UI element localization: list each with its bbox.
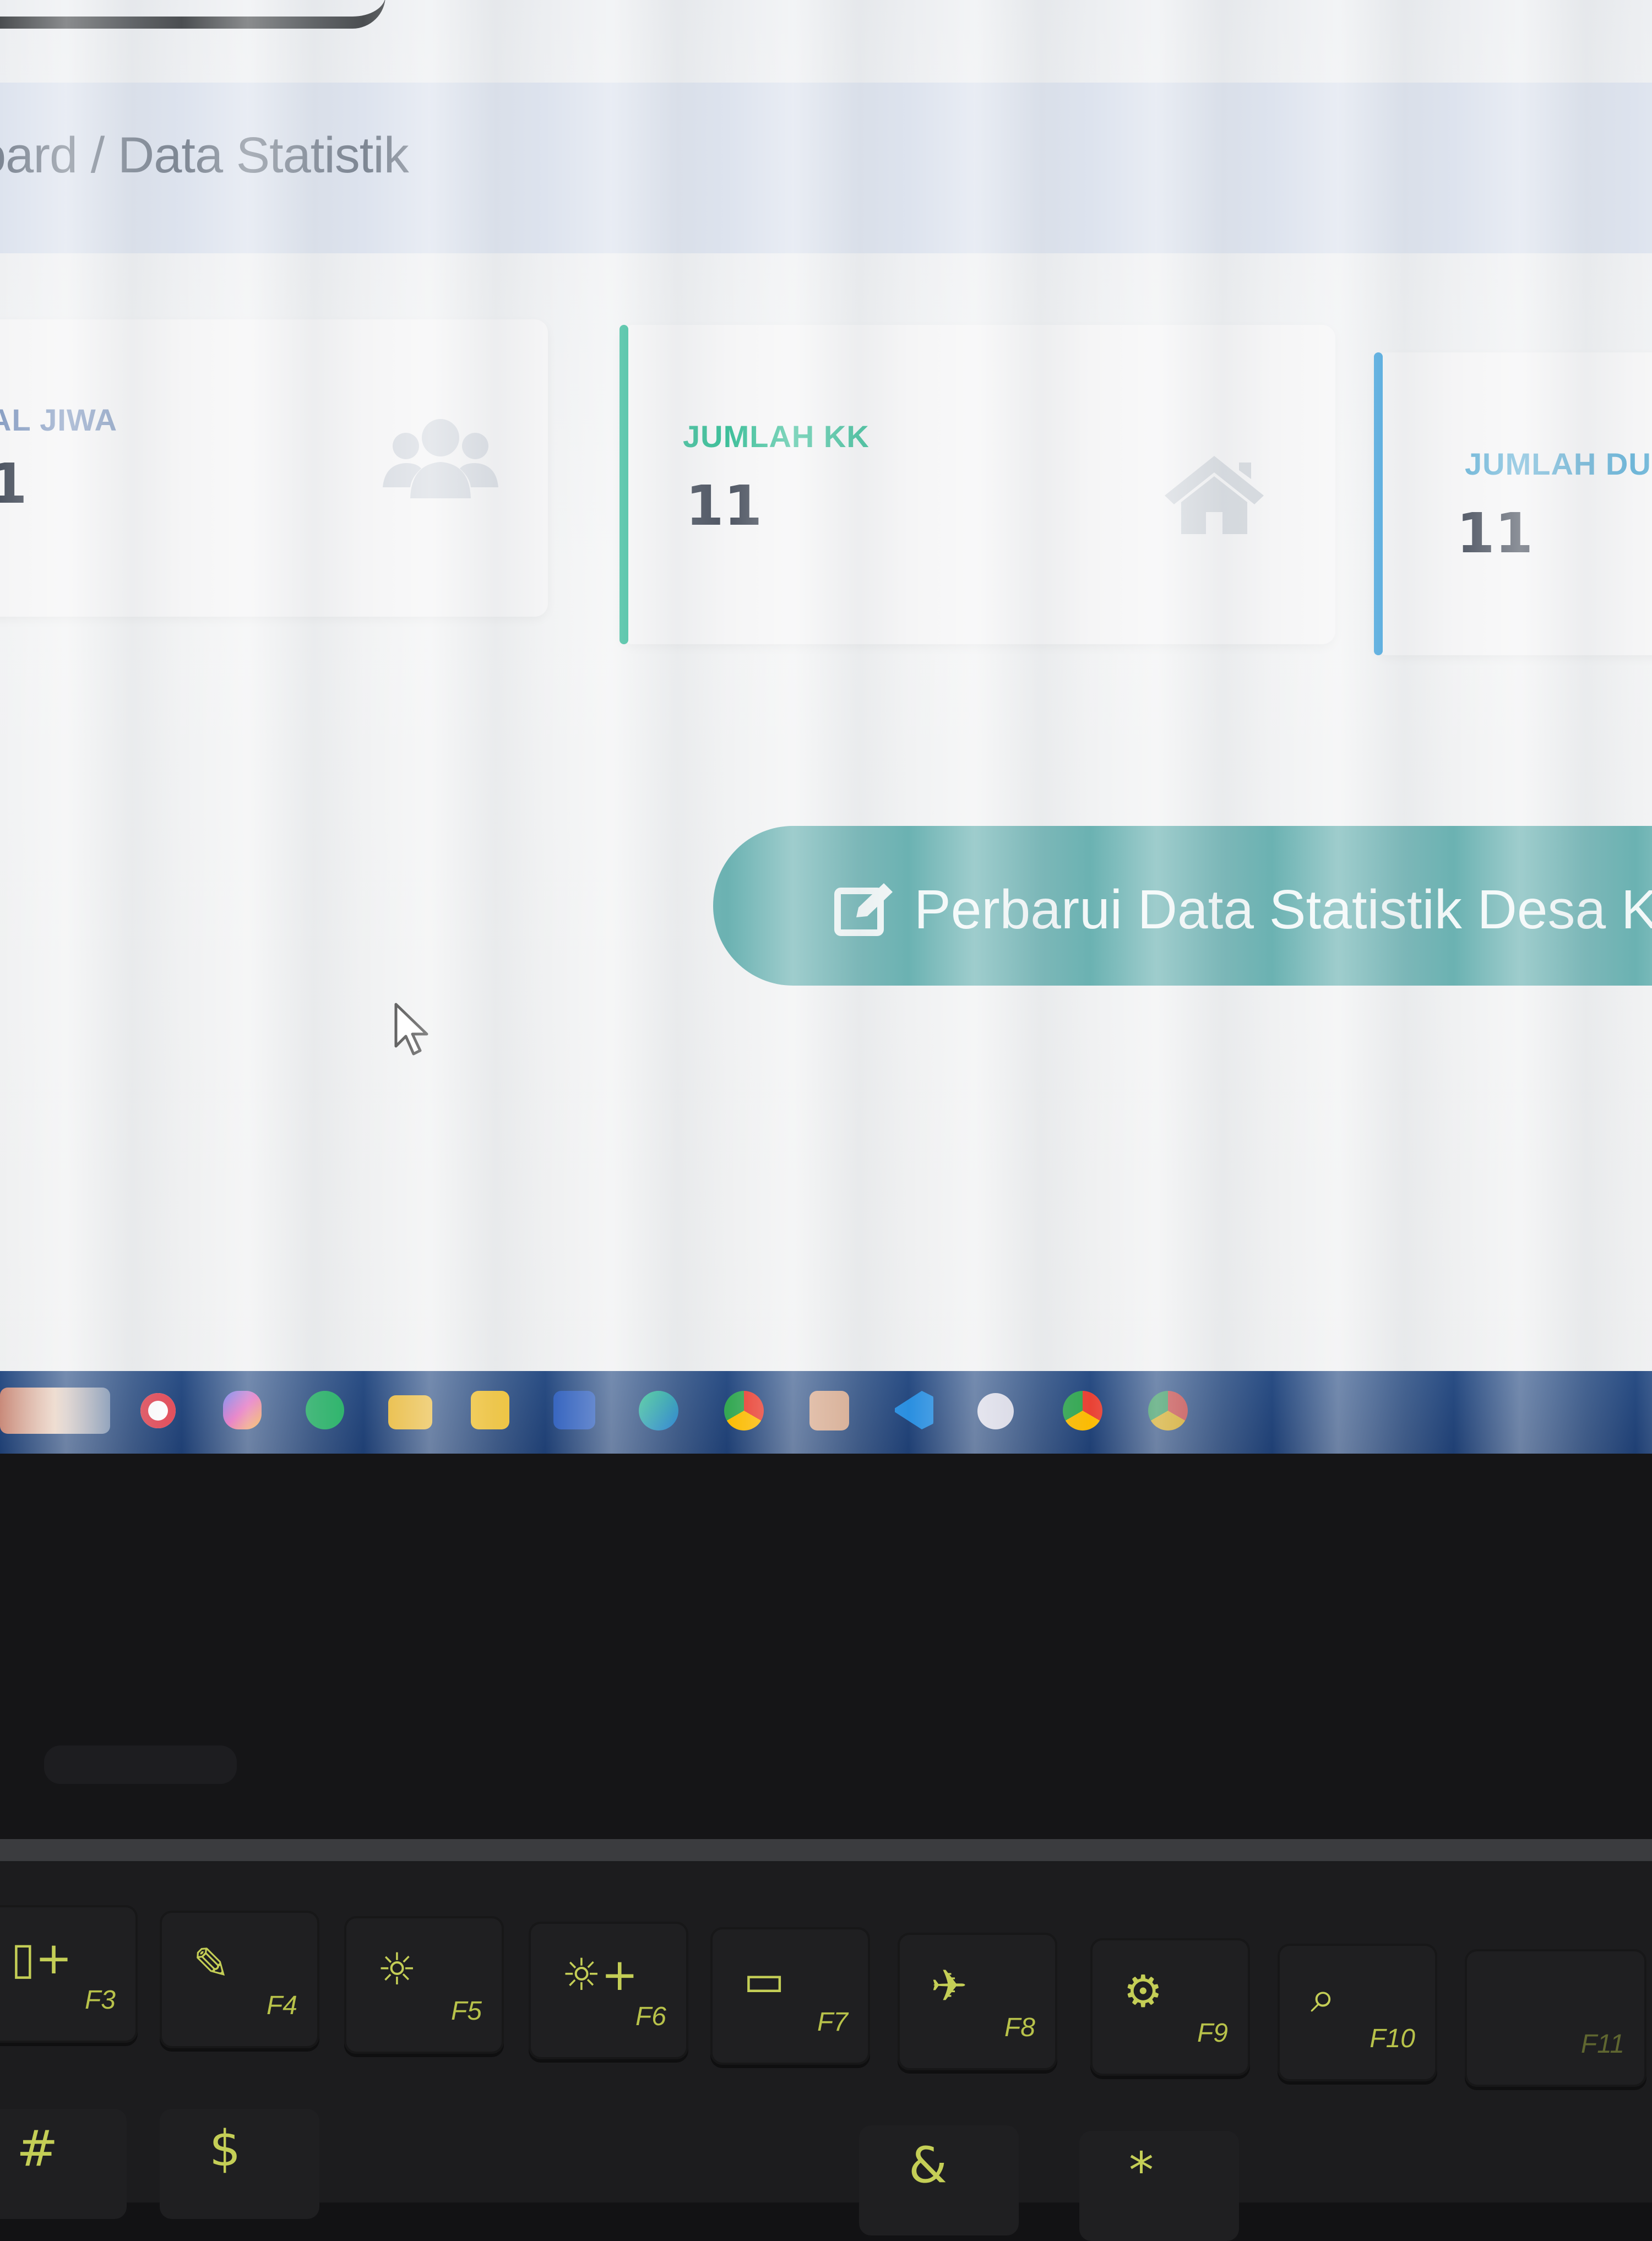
airplane-icon: ✈: [931, 1960, 968, 2011]
key-label: F6: [635, 2002, 666, 2031]
taskbar-copilot-icon[interactable]: [223, 1391, 262, 1429]
taskbar-wallpaper-thumbnail[interactable]: [0, 1388, 110, 1434]
taskbar-app-icon[interactable]: [809, 1391, 849, 1430]
users-icon: [383, 419, 498, 498]
key-f5[interactable]: ☼ F5: [344, 1916, 504, 2054]
key-label: F9: [1197, 2019, 1228, 2048]
key-label: F10: [1370, 2024, 1415, 2053]
brightness-down-icon: ☼: [377, 1944, 417, 1995]
taskbar-app-icon[interactable]: [977, 1393, 1014, 1429]
taskbar-word-icon[interactable]: [553, 1391, 595, 1429]
card-accent-bar: [1374, 352, 1383, 655]
key-label: F5: [450, 1997, 482, 2026]
screen-bezel: [0, 1454, 1652, 1839]
taskbar: [0, 1371, 1652, 1454]
home-icon: [1165, 456, 1264, 534]
taskbar-chrome-icon[interactable]: [724, 1391, 764, 1430]
stat-card-value: 11: [686, 474, 763, 538]
stat-card-jiwa: AL JIWA 1: [0, 319, 548, 617]
display-icon: ▭: [743, 1955, 785, 2006]
key-label: F4: [266, 1991, 297, 2020]
key-asterisk[interactable]: *: [1079, 2131, 1239, 2241]
taskbar-store-icon[interactable]: [471, 1391, 509, 1429]
key-label: F8: [1004, 2013, 1035, 2042]
screen-switch-icon: ▯+: [11, 1933, 73, 1984]
breadcrumb: oard / Data Statistik: [0, 127, 409, 183]
stat-card-value: 1: [0, 452, 28, 516]
taskbar-whatsapp-icon[interactable]: [306, 1391, 344, 1429]
key-f6[interactable]: ☼+ F6: [529, 1922, 688, 2059]
key-f7[interactable]: ▭ F7: [710, 1927, 870, 2065]
stat-card-du: JUMLAH DU 11: [1374, 352, 1652, 655]
key-label: $: [209, 2120, 241, 2178]
card-accent-bar: [620, 325, 628, 644]
key-f8[interactable]: ✈ F8: [898, 1933, 1057, 2070]
page-title-fragment: [0, 0, 385, 29]
taskbar-chrome-icon[interactable]: [1148, 1391, 1188, 1430]
gear-icon: ⚙: [1123, 1966, 1163, 2017]
key-f3[interactable]: ▯+ F3: [0, 1905, 138, 2043]
taskbar-vscode-icon[interactable]: [895, 1391, 933, 1429]
laptop-screen: oard / Data Statistik AL JIWA 1 JUMLAH K…: [0, 0, 1652, 1454]
key-f9[interactable]: ⚙ F9: [1090, 1938, 1250, 2076]
taskbar-edge-icon[interactable]: [639, 1391, 678, 1430]
update-statistics-button[interactable]: Perbarui Data Statistik Desa Ka: [713, 826, 1652, 986]
key-label: #: [17, 2120, 58, 2178]
key-label: F3: [84, 1986, 116, 2015]
taskbar-file-explorer-icon[interactable]: [388, 1395, 432, 1429]
key-hash[interactable]: #: [0, 2109, 127, 2219]
stat-card-label: JUMLAH DU: [1465, 447, 1651, 481]
key-f10[interactable]: ⌕ F10: [1278, 1944, 1437, 2081]
key-label: *: [1129, 2142, 1154, 2200]
key-label: &: [909, 2136, 948, 2194]
key-ampersand[interactable]: &: [859, 2125, 1019, 2235]
search-icon: ⌕: [1311, 1971, 1335, 2022]
taskbar-chrome-icon[interactable]: [1063, 1391, 1102, 1430]
bezel-logo: [44, 1745, 237, 1784]
taskbar-record-icon[interactable]: [140, 1393, 176, 1428]
update-statistics-button-label: Perbarui Data Statistik Desa Ka: [914, 879, 1652, 940]
key-f4[interactable]: ✎ F4: [160, 1911, 319, 2048]
pen-icon: ✎: [193, 1938, 230, 1989]
laptop-hinge: [0, 1839, 1652, 1861]
mouse-cursor-icon: [394, 1003, 428, 1056]
key-f11[interactable]: F11: [1465, 1949, 1646, 2087]
stat-card-value: 11: [1457, 501, 1534, 565]
key-label: F11: [1580, 2030, 1624, 2059]
brightness-up-icon: ☼+: [562, 1949, 638, 2000]
key-label: F7: [817, 2008, 848, 2037]
edit-icon: [834, 883, 893, 936]
stat-card-kk: JUMLAH KK 11: [620, 325, 1335, 644]
key-dollar[interactable]: $: [160, 2109, 319, 2219]
stat-card-label: JUMLAH KK: [683, 419, 870, 454]
stat-card-label: AL JIWA: [0, 402, 118, 437]
